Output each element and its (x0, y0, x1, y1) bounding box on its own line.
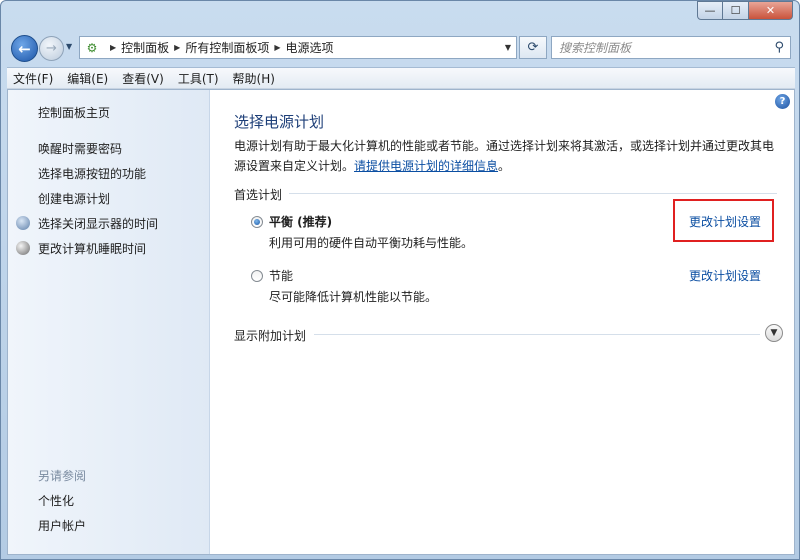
menu-tools[interactable]: 工具(T) (178, 70, 219, 87)
sidebar-home-link[interactable]: 控制面板主页 (38, 104, 110, 121)
refresh-icon: ⟳ (527, 40, 539, 55)
plan-name-balanced[interactable]: 平衡 (推荐) (269, 213, 332, 230)
preferred-plans-label: 首选计划 (234, 188, 283, 202)
page-description: 电源计划有助于最大化计算机的性能或者节能。通过选择计划来将其激活，或选择计划并通… (234, 136, 779, 176)
sidebar-create-plan-link[interactable]: 创建电源计划 (38, 190, 110, 207)
plan-desc-balanced: 利用可用的硬件自动平衡功耗与性能。 (269, 236, 474, 250)
navigation-bar: ← → ▼ ⚙ ▶ 控制面板 ▶ 所有控制面板项 ▶ 电源选项 ▼ ⟳ ⚲ (1, 31, 800, 65)
sidebar: 控制面板主页 唤醒时需要密码 选择电源按钮的功能 创建电源计划 选择关闭显示器的… (8, 90, 210, 554)
plan-name-power-saver[interactable]: 节能 (269, 267, 293, 284)
monitor-icon (16, 216, 30, 230)
plan-radio-power-saver[interactable] (251, 270, 263, 282)
breadcrumb-control-panel[interactable]: 控制面板 (121, 39, 169, 56)
back-button[interactable]: ← (11, 35, 38, 62)
description-end: 。 (498, 159, 511, 173)
see-also-header: 另请参阅 (38, 469, 87, 483)
menu-file[interactable]: 文件(F) (13, 70, 53, 87)
address-dropdown-icon[interactable]: ▼ (500, 37, 516, 58)
help-icon[interactable]: ? (775, 94, 790, 109)
sidebar-personalization-link[interactable]: 个性化 (38, 492, 74, 509)
highlight-box (673, 199, 774, 242)
expand-chevron-down-icon[interactable]: ▼ (765, 324, 783, 342)
control-panel-icon: ⚙ (86, 40, 98, 55)
arrow-left-icon: ← (18, 39, 31, 58)
plan-desc-power-saver: 尽可能降低计算机性能以节能。 (269, 290, 438, 304)
recent-pages-dropdown[interactable]: ▼ (66, 42, 72, 51)
section-divider (314, 334, 760, 335)
forward-button[interactable]: → (39, 36, 64, 61)
menu-edit[interactable]: 编辑(E) (67, 70, 108, 87)
close-button[interactable]: ✕ (749, 1, 793, 20)
caption-buttons: — ☐ ✕ (697, 1, 793, 20)
additional-plans-label[interactable]: 显示附加计划 (234, 327, 306, 344)
address-bar[interactable]: ⚙ ▶ 控制面板 ▶ 所有控制面板项 ▶ 电源选项 ▼ (79, 36, 517, 59)
section-divider (289, 193, 777, 194)
chevron-right-icon[interactable]: ▶ (274, 43, 280, 52)
chevron-right-icon[interactable]: ▶ (110, 43, 116, 52)
moon-sleep-icon (16, 241, 30, 255)
change-plan-settings-link-power-saver[interactable]: 更改计划设置 (689, 267, 761, 284)
window: — ☐ ✕ ← → ▼ ⚙ ▶ 控制面板 ▶ 所有控制面板项 ▶ 电源选项 ▼ … (0, 0, 800, 560)
sidebar-power-button-link[interactable]: 选择电源按钮的功能 (38, 165, 146, 182)
plan-details-link[interactable]: 请提供电源计划的详细信息 (354, 159, 498, 173)
arrow-right-icon: → (46, 41, 57, 56)
maximize-button[interactable]: ☐ (723, 1, 749, 20)
sidebar-display-off-link[interactable]: 选择关闭显示器的时间 (38, 215, 158, 232)
menu-bar: 文件(F) 编辑(E) 查看(V) 工具(T) 帮助(H) (7, 67, 795, 89)
sidebar-sleep-time-link[interactable]: 更改计算机睡眠时间 (38, 240, 146, 257)
breadcrumb-all-items[interactable]: 所有控制面板项 (185, 39, 269, 56)
sidebar-wake-password-link[interactable]: 唤醒时需要密码 (38, 140, 122, 157)
minimize-button[interactable]: — (697, 1, 723, 20)
menu-view[interactable]: 查看(V) (122, 70, 164, 87)
sidebar-user-accounts-link[interactable]: 用户帐户 (38, 517, 86, 534)
search-input[interactable] (559, 40, 764, 55)
plan-radio-balanced[interactable] (251, 216, 263, 228)
search-box[interactable]: ⚲ (551, 36, 791, 59)
menu-help[interactable]: 帮助(H) (233, 70, 275, 87)
chevron-right-icon[interactable]: ▶ (174, 43, 180, 52)
page-title: 选择电源计划 (234, 113, 325, 131)
main-panel: ? 选择电源计划 电源计划有助于最大化计算机的性能或者节能。通过选择计划来将其激… (211, 90, 794, 554)
search-icon[interactable]: ⚲ (774, 40, 784, 55)
content-area: 控制面板主页 唤醒时需要密码 选择电源按钮的功能 创建电源计划 选择关闭显示器的… (7, 89, 795, 555)
refresh-button[interactable]: ⟳ (519, 36, 547, 59)
breadcrumb-power-options[interactable]: 电源选项 (286, 39, 334, 56)
